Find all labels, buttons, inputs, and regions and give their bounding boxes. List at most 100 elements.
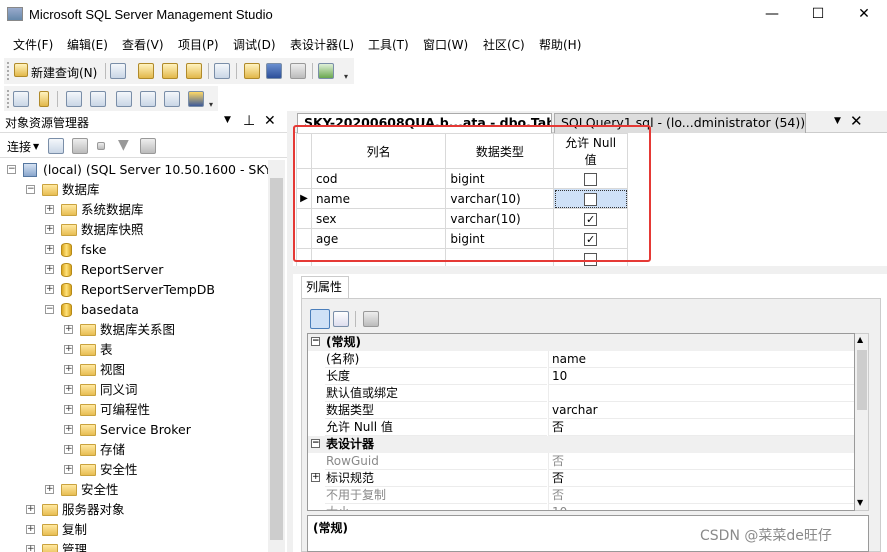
tree-item[interactable]: + 表	[0, 340, 268, 360]
property-value[interactable]: 10	[548, 368, 854, 385]
menu-community[interactable]: 社区(C)	[483, 36, 525, 53]
xmla-query-icon[interactable]	[186, 63, 202, 79]
maximize-button[interactable]: ☐	[795, 0, 841, 30]
indexes-keys-icon[interactable]	[90, 91, 106, 107]
menu-project[interactable]: 项目(P)	[178, 36, 219, 53]
tree-item[interactable]: + 复制	[0, 520, 268, 540]
menu-file[interactable]: 文件(F)	[13, 36, 53, 53]
property-grid-scrollbar-thumb[interactable]	[857, 350, 867, 410]
stop-icon[interactable]	[97, 142, 105, 150]
open-folder-icon[interactable]	[244, 63, 260, 79]
menu-table-designer[interactable]: 表设计器(L)	[290, 36, 354, 53]
pin-icon[interactable]: ⊥	[243, 111, 255, 131]
expand-icon[interactable]: +	[64, 425, 73, 434]
property-category[interactable]: − 表设计器	[308, 436, 854, 453]
analysis-query-icon[interactable]	[138, 63, 154, 79]
property-row[interactable]: 长度 10	[308, 368, 854, 385]
allow-null-checkbox[interactable]	[584, 172, 598, 186]
expand-icon[interactable]: +	[26, 545, 35, 552]
expand-icon[interactable]: +	[64, 365, 73, 374]
property-row[interactable]: 允许 Null 值否	[308, 419, 854, 436]
tree-item[interactable]: + 同义词	[0, 380, 268, 400]
expand-icon[interactable]: +	[45, 245, 54, 254]
toolbar-grip[interactable]	[7, 62, 10, 80]
generate-script-icon[interactable]	[13, 91, 29, 107]
tree-item[interactable]: + fske	[0, 240, 268, 260]
property-value[interactable]: name	[548, 351, 854, 368]
tree-item[interactable]: + 管理	[0, 540, 268, 552]
expand-icon[interactable]: +	[26, 525, 35, 534]
menu-window[interactable]: 窗口(W)	[423, 36, 468, 53]
tree-item[interactable]: + ReportServerTempDB	[0, 280, 268, 300]
toolbar-grip[interactable]	[7, 90, 10, 108]
row-selector[interactable]	[296, 228, 312, 249]
fulltext-index-icon[interactable]	[116, 91, 132, 107]
object-explorer-close-icon[interactable]: ✕	[264, 111, 276, 131]
property-value[interactable]: varchar	[548, 402, 854, 419]
tree-scrollbar-thumb[interactable]	[270, 178, 283, 540]
property-row[interactable]: (名称) name	[308, 351, 854, 368]
row-selector[interactable]: ▶	[296, 188, 312, 209]
expand-icon[interactable]: +	[45, 485, 54, 494]
mdx-query-icon[interactable]	[162, 63, 178, 79]
tab-table-designer[interactable]: SKY-20200608QUA.b...ata - dbo.Table_1*	[297, 113, 552, 133]
filter-icon[interactable]: ▼	[118, 137, 129, 153]
expand-icon[interactable]: +	[45, 265, 54, 274]
expand-icon[interactable]: +	[64, 345, 73, 354]
tree-item[interactable]: + 视图	[0, 360, 268, 380]
relationships-icon[interactable]	[66, 91, 82, 107]
expand-icon[interactable]: +	[26, 505, 35, 514]
disconnect-icon[interactable]	[72, 138, 88, 154]
collapse-icon[interactable]: −	[311, 439, 320, 448]
expand-icon[interactable]: +	[64, 405, 73, 414]
property-row[interactable]: RowGuid 否	[308, 453, 854, 470]
expand-icon[interactable]: +	[64, 385, 73, 394]
connect-button[interactable]: 连接	[7, 138, 31, 155]
print-icon[interactable]	[290, 63, 306, 79]
expand-icon[interactable]: +	[311, 473, 320, 482]
tree-item[interactable]: + ReportServer	[0, 260, 268, 280]
collapse-icon[interactable]: −	[26, 185, 35, 194]
spatial-index-icon[interactable]	[188, 91, 204, 107]
tree-item[interactable]: + 系统数据库	[0, 200, 268, 220]
property-row[interactable]: 大小10	[308, 504, 854, 510]
tree-item[interactable]: + 数据库快照	[0, 220, 268, 240]
new-file-icon[interactable]	[214, 63, 230, 79]
tree-item[interactable]: + Service Broker	[0, 420, 268, 440]
property-pages-icon[interactable]	[363, 311, 379, 327]
collapse-icon[interactable]: −	[7, 165, 16, 174]
menu-debug[interactable]: 调试(D)	[233, 36, 276, 53]
property-row[interactable]: 不用于复制否	[308, 487, 854, 504]
alphabetical-sort-icon[interactable]	[333, 311, 349, 327]
menu-edit[interactable]: 编辑(E)	[67, 36, 108, 53]
column-name-cell[interactable]: cod	[310, 168, 447, 189]
tab-sql-query[interactable]: SQLQuery1.sql - (lo...dministrator (54))…	[554, 113, 806, 133]
column-name-cell[interactable]: sex	[310, 208, 447, 229]
property-value[interactable]	[548, 385, 854, 402]
collapse-icon[interactable]: −	[311, 337, 320, 346]
tab-list-dropdown-icon[interactable]: ▼	[834, 116, 841, 126]
new-query-button[interactable]: 新建查询(N)	[31, 64, 97, 81]
property-value[interactable]: 否	[548, 419, 854, 436]
expand-icon[interactable]: +	[64, 325, 73, 334]
row-selector[interactable]	[296, 208, 312, 229]
toolbar-overflow-icon[interactable]: ▾	[209, 100, 213, 109]
expand-icon[interactable]: +	[45, 205, 54, 214]
allow-null-checkbox[interactable]	[584, 252, 598, 266]
activity-monitor-icon[interactable]	[318, 63, 334, 79]
save-icon[interactable]	[266, 63, 282, 79]
scroll-down-icon[interactable]: ▼	[857, 498, 863, 507]
menu-view[interactable]: 查看(V)	[122, 36, 164, 53]
expand-icon[interactable]: +	[45, 285, 54, 294]
tree-item[interactable]: + 数据库关系图	[0, 320, 268, 340]
allow-null-checkbox[interactable]	[584, 192, 598, 206]
data-type-cell[interactable]: bigint	[445, 228, 555, 249]
menu-tools[interactable]: 工具(T)	[368, 36, 409, 53]
refresh-icon[interactable]	[140, 138, 156, 154]
grid-row[interactable]: age bigint ✓	[296, 228, 628, 249]
property-row[interactable]: 默认值或绑定	[308, 385, 854, 402]
tab-close-icon[interactable]: ✕	[850, 112, 863, 130]
close-button[interactable]: ✕	[841, 0, 887, 30]
grid-row[interactable]: ▶ name varchar(10)	[296, 188, 628, 209]
connect-dropdown-icon[interactable]: ▼	[33, 142, 39, 151]
